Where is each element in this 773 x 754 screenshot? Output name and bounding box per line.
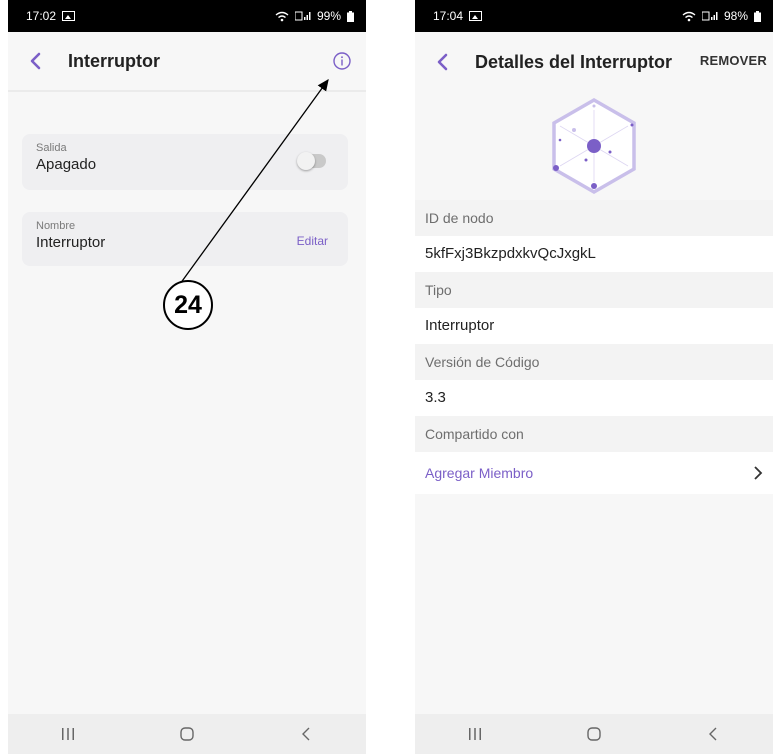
page-title: Detalles del Interruptor: [475, 51, 673, 72]
field-type: Tipo Interruptor: [415, 272, 773, 344]
node-id-label: ID de nodo: [415, 200, 773, 236]
edit-name-button[interactable]: Editar: [297, 234, 328, 248]
system-back-icon: [302, 727, 310, 741]
wifi-icon: [275, 11, 289, 21]
recent-apps-icon: [468, 728, 481, 740]
remove-button[interactable]: REMOVER: [700, 53, 767, 68]
left-screen: 17:02 99% Interruptor Salida Apagado Nom…: [8, 0, 366, 754]
type-label: Tipo: [415, 272, 773, 308]
output-card: Salida Apagado: [22, 134, 348, 190]
field-code-version: Versión de Código 3.3: [415, 344, 773, 416]
node-id-value: 5kfFxj3BkzpdxkvQcJxgkL: [415, 236, 773, 272]
type-value: Interruptor: [415, 308, 773, 344]
recent-apps-icon: [61, 728, 74, 740]
add-member-button[interactable]: Agregar Miembro: [415, 452, 773, 494]
battery-icon: [347, 10, 354, 22]
system-nav-bar: [415, 714, 773, 754]
status-time: 17:04: [433, 9, 464, 23]
back-button[interactable]: [431, 51, 453, 73]
gallery-notification-icon: [469, 11, 483, 21]
wifi-icon: [682, 11, 696, 21]
back-button[interactable]: [24, 50, 46, 72]
signal-icon: [294, 11, 311, 21]
system-back-icon: [709, 727, 717, 741]
add-member-label: Agregar Miembro: [425, 465, 534, 481]
recent-apps-button[interactable]: [48, 722, 88, 746]
status-bar: 17:04 98%: [415, 0, 773, 32]
node-network-icon: [552, 97, 636, 195]
battery-percent: 99%: [316, 9, 341, 23]
chevron-right-icon: [754, 466, 763, 480]
system-nav-bar: [8, 714, 366, 754]
signal-icon: [701, 11, 718, 21]
output-label: Salida: [36, 142, 67, 154]
home-icon: [180, 727, 194, 741]
right-screen: 17:04 98% Detalles del Interruptor REMOV…: [415, 0, 773, 754]
shared-with-label: Compartido con: [415, 416, 773, 452]
chevron-left-icon: [437, 53, 448, 71]
toggle-knob: [297, 152, 315, 170]
gallery-notification-icon: [62, 11, 76, 21]
chevron-left-icon: [30, 52, 41, 70]
app-bar: Interruptor: [8, 32, 366, 92]
node-graphic: [415, 92, 773, 200]
name-label: Nombre: [36, 220, 76, 232]
info-icon: [333, 52, 351, 70]
page-title: Interruptor: [68, 50, 160, 71]
app-bar: Detalles del Interruptor REMOVER: [415, 32, 773, 92]
battery-icon: [754, 10, 761, 22]
code-version-value: 3.3: [415, 380, 773, 416]
home-button[interactable]: [167, 722, 207, 746]
system-back-button[interactable]: [286, 722, 326, 746]
field-node-id: ID de nodo 5kfFxj3BkzpdxkvQcJxgkL: [415, 200, 773, 272]
code-version-label: Versión de Código: [415, 344, 773, 380]
recent-apps-button[interactable]: [455, 722, 495, 746]
home-button[interactable]: [574, 722, 614, 746]
output-toggle[interactable]: [297, 152, 326, 170]
system-back-button[interactable]: [693, 722, 733, 746]
status-time: 17:02: [26, 9, 57, 23]
home-icon: [587, 727, 601, 741]
name-card: Nombre Interruptor Editar: [22, 212, 348, 266]
status-bar: 17:02 99%: [8, 0, 366, 32]
info-button[interactable]: [332, 51, 352, 71]
battery-percent: 98%: [723, 9, 748, 23]
output-value: Apagado: [36, 156, 97, 173]
name-value: Interruptor: [36, 234, 106, 251]
